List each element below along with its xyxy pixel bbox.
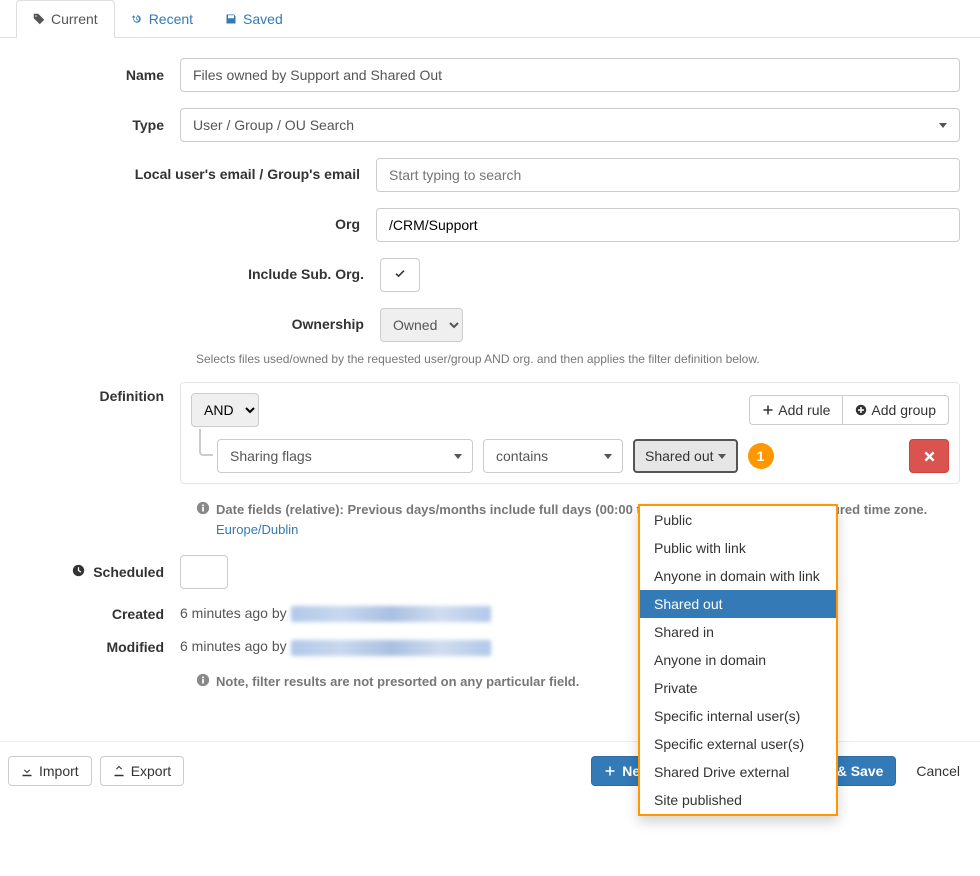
export-icon [113, 765, 125, 777]
import-button[interactable]: Import [8, 756, 92, 786]
sharing-flags-dropdown: PublicPublic with linkAnyone in domain w… [638, 504, 838, 816]
clock-icon [72, 564, 85, 577]
tag-icon [33, 13, 45, 25]
dropdown-option[interactable]: Anyone in domain [640, 646, 836, 674]
hint-text: Selects files used/owned by the requeste… [196, 352, 960, 366]
created-user-blurred [291, 606, 491, 622]
type-select[interactable]: User / Group / OU Search [180, 108, 960, 142]
rule-operator-select[interactable]: contains [483, 439, 623, 473]
tab-recent-label: Recent [149, 11, 193, 27]
plus-icon [604, 765, 616, 777]
check-icon [394, 269, 406, 281]
include-sub-checkbox[interactable] [380, 258, 420, 292]
definition-label: Definition [20, 382, 180, 404]
step-badge: 1 [748, 443, 774, 469]
chevron-down-icon [939, 123, 947, 128]
close-icon [924, 451, 935, 462]
filter-note: Note, filter results are not presorted o… [196, 672, 960, 692]
modified-user-blurred [291, 640, 491, 656]
tab-current-label: Current [51, 11, 98, 27]
rule-field-select[interactable]: Sharing flags [217, 439, 473, 473]
export-button[interactable]: Export [100, 756, 184, 786]
created-value: 6 minutes ago by [180, 605, 960, 622]
import-icon [21, 765, 33, 777]
dropdown-option[interactable]: Shared in [640, 618, 836, 646]
modified-value: 6 minutes ago by [180, 638, 960, 655]
add-group-button[interactable]: Add group [842, 395, 949, 425]
timezone-link[interactable]: Europe/Dublin [216, 522, 298, 537]
dropdown-option[interactable]: Public with link [640, 534, 836, 562]
delete-rule-button[interactable] [909, 439, 949, 473]
condition-operator-select[interactable]: AND [191, 393, 259, 427]
date-note: Date fields (relative): Previous days/mo… [196, 500, 960, 539]
dropdown-option[interactable]: Specific external user(s) [640, 730, 836, 758]
rule-value-dropdown[interactable]: Shared out [633, 439, 738, 473]
modified-label: Modified [20, 639, 180, 655]
tabs-bar: Current Recent Saved [0, 0, 980, 38]
type-label: Type [20, 117, 180, 133]
add-rule-button[interactable]: Add rule [749, 395, 842, 425]
email-input[interactable] [376, 158, 960, 192]
rule-row: Sharing flags contains Shared out 1 [191, 439, 949, 473]
info-icon [196, 673, 210, 687]
name-label: Name [20, 67, 180, 83]
dropdown-option[interactable]: Private [640, 674, 836, 702]
dropdown-option[interactable]: Shared Drive external [640, 758, 836, 786]
chevron-down-icon [454, 454, 462, 459]
plus-icon [762, 404, 774, 416]
plus-circle-icon [855, 404, 867, 416]
include-sub-label: Include Sub. Org. [20, 265, 380, 285]
rule-connector [199, 429, 213, 456]
tab-recent[interactable]: Recent [115, 0, 209, 37]
org-label: Org [20, 215, 376, 235]
dropdown-option[interactable]: Anyone in domain with link [640, 562, 836, 590]
dropdown-option[interactable]: Shared out [640, 590, 836, 618]
email-label: Local user's email / Group's email [20, 165, 376, 185]
tab-saved[interactable]: Saved [209, 0, 299, 37]
ownership-label: Ownership [20, 315, 380, 335]
history-icon [131, 13, 143, 25]
scheduled-label: Scheduled [20, 564, 180, 580]
tab-saved-label: Saved [243, 11, 283, 27]
created-label: Created [20, 606, 180, 622]
cancel-button[interactable]: Cancel [904, 757, 972, 785]
scheduled-box[interactable] [180, 555, 228, 589]
dropdown-option[interactable]: Site published [640, 786, 836, 814]
info-icon [196, 501, 210, 515]
chevron-down-icon [718, 454, 726, 459]
dropdown-option[interactable]: Public [640, 506, 836, 534]
save-icon [225, 13, 237, 25]
dropdown-option[interactable]: Specific internal user(s) [640, 702, 836, 730]
type-select-value: User / Group / OU Search [193, 117, 354, 133]
tab-current[interactable]: Current [16, 0, 115, 38]
name-input[interactable] [180, 58, 960, 92]
ownership-select[interactable]: Owned [380, 308, 463, 342]
org-input[interactable] [376, 208, 960, 242]
chevron-down-icon [604, 454, 612, 459]
definition-box: AND Add rule Add group Sharing flags [180, 382, 960, 484]
